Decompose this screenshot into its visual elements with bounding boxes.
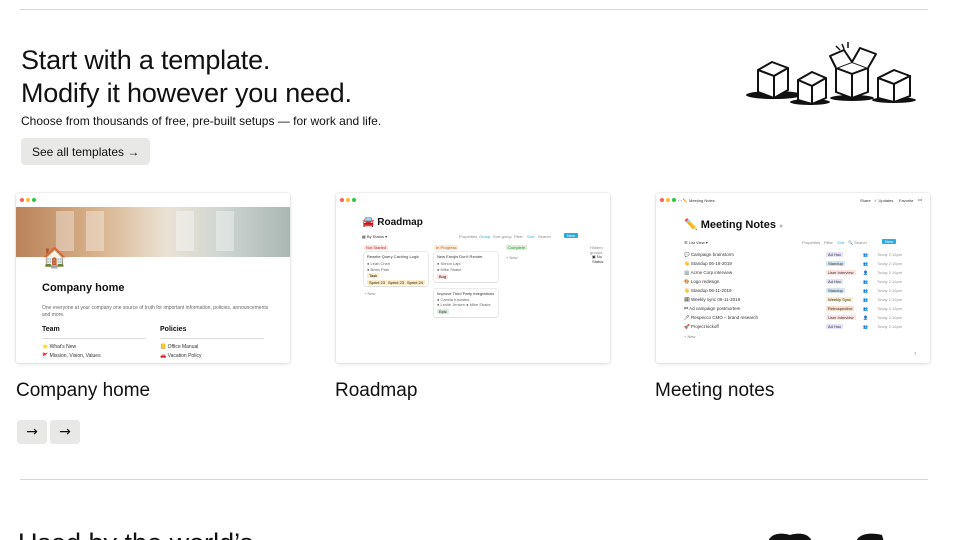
toolbar-item: Search bbox=[538, 234, 551, 239]
next-section-heading: Used by the world’s bbox=[18, 528, 253, 540]
list-item: ⏮ Ad campaign postmortem Retrospective 👥 To… bbox=[684, 306, 903, 311]
card-label-company-home[interactable]: Company home bbox=[16, 380, 150, 402]
list-item: 📒 Office Manual bbox=[160, 344, 199, 350]
top-divider bbox=[20, 9, 928, 10]
template-card-company-home[interactable]: 🏠 Company home One everyone at your comp… bbox=[16, 193, 290, 363]
window-dots bbox=[340, 198, 356, 202]
new-button: New bbox=[882, 239, 897, 244]
toolbar-item: 🔍 Search bbox=[848, 240, 867, 245]
column-header: Not Started bbox=[364, 245, 389, 250]
add-new: + New bbox=[506, 255, 518, 260]
carousel-next-button[interactable]: → bbox=[50, 420, 80, 444]
preview-title: ✏️ Meeting Notes ● bbox=[684, 219, 784, 231]
list-item: 👋 Standup 06-11-2019 Standup 👥 Today 2:16pm bbox=[684, 288, 903, 293]
list-item: 🚩 Mission, Vision, Values bbox=[42, 353, 101, 359]
hero-subtitle: Choose from thousands of free, pre-built… bbox=[21, 114, 382, 128]
board-card: New Emojis Don't Render ● Simon Lapi ● M… bbox=[434, 252, 498, 282]
toolbar-item: Group bbox=[479, 234, 491, 239]
preview-description: One everyone at your company one source … bbox=[42, 305, 269, 318]
list-item: ⭐ What's New bbox=[42, 344, 77, 350]
template-card-meeting-notes[interactable]: ‹ › ✏️ Meeting Notes Share ✓ Updates Fav… bbox=[656, 193, 930, 363]
divider bbox=[160, 338, 264, 339]
boxes-illustration bbox=[746, 42, 916, 105]
preview-title: Company home bbox=[42, 282, 125, 294]
board-card: Rewrite Query Caching Logic ● Leah Chen … bbox=[364, 252, 428, 286]
toolbar-item: Sort bbox=[527, 234, 535, 239]
list-item: 🖊 Respecco CMO – brand research User Inte… bbox=[684, 315, 903, 320]
window-dots bbox=[20, 198, 36, 202]
list-item: 🚗 Vacation Policy bbox=[160, 353, 202, 359]
preview-col-policies: Policies bbox=[160, 326, 187, 333]
preview-col-team: Team bbox=[42, 326, 60, 333]
list-item: 🎨 Logo redesign Ad Hoc 👥 Today 2:16pm bbox=[684, 279, 903, 284]
carousel-prev-button[interactable]: → bbox=[17, 420, 47, 444]
template-card-roadmap[interactable]: 🚘 Roadmap ▦ By Status ▾ Properties Group… bbox=[336, 193, 610, 363]
list-item: 🗓 Weekly sync 06-11-2019 Weekly Sync 👥 Toda… bbox=[684, 297, 903, 302]
toolbar-item: Filter bbox=[514, 234, 523, 239]
list-item: 🚀 Project kickoff Ad Hoc 👥 Today 2:16pm bbox=[684, 324, 903, 329]
view-label: ▦ By Status ▾ bbox=[362, 234, 388, 239]
toolbar-item: Sort group bbox=[493, 234, 512, 239]
hero-title: Start with a template. Modify it however… bbox=[21, 44, 352, 110]
list-item: 🏢 Acme Corp interview User Interview 👤 Toda… bbox=[684, 270, 903, 275]
list-item: 💬 Campaign brainstorm Ad Hoc 👥 Today 2:16pm bbox=[684, 252, 903, 257]
logos-illustration bbox=[768, 533, 884, 540]
column-header: Complete bbox=[506, 245, 528, 250]
share-link: Share bbox=[860, 198, 871, 203]
board-card: Improve Third Party Integrations ● Camil… bbox=[434, 289, 498, 317]
new-button: New bbox=[564, 233, 579, 238]
column-header: In Progress bbox=[434, 245, 459, 250]
favorite-link: Favorite bbox=[899, 198, 914, 203]
breadcrumb: ‹ › ✏️ Meeting Notes bbox=[678, 198, 715, 203]
help-icon: ? bbox=[914, 351, 917, 356]
toolbar-item: Filter bbox=[824, 240, 833, 245]
toolbar-item: Properties bbox=[802, 240, 821, 245]
divider bbox=[42, 338, 146, 339]
list-item: 👋 Standup 06-18-2019 Standup 👥 Today 2:16pm bbox=[684, 261, 903, 266]
toolbar-item: Sort bbox=[837, 240, 845, 245]
hero-title-line1: Start with a template. bbox=[21, 45, 271, 75]
more-icon: ••• bbox=[918, 197, 923, 202]
add-new: + New bbox=[684, 334, 696, 339]
card-label-meeting-notes[interactable]: Meeting notes bbox=[655, 380, 774, 402]
section-divider bbox=[20, 479, 928, 480]
toolbar-item: Properties bbox=[459, 234, 478, 239]
no-status: ▣ No Status bbox=[592, 254, 604, 264]
add-new: + New bbox=[364, 291, 376, 296]
window-dots bbox=[660, 198, 676, 202]
updates-link: ✓ Updates bbox=[874, 198, 894, 203]
card-label-roadmap[interactable]: Roadmap bbox=[335, 380, 417, 402]
house-icon: 🏠 bbox=[42, 247, 67, 269]
hero-title-line2: Modify it however you need. bbox=[21, 78, 352, 108]
preview-title: 🚘 Roadmap bbox=[362, 217, 423, 228]
see-all-templates-button[interactable]: See all templates → bbox=[21, 138, 151, 165]
view-label: ☰ List View ▾ bbox=[684, 240, 708, 245]
